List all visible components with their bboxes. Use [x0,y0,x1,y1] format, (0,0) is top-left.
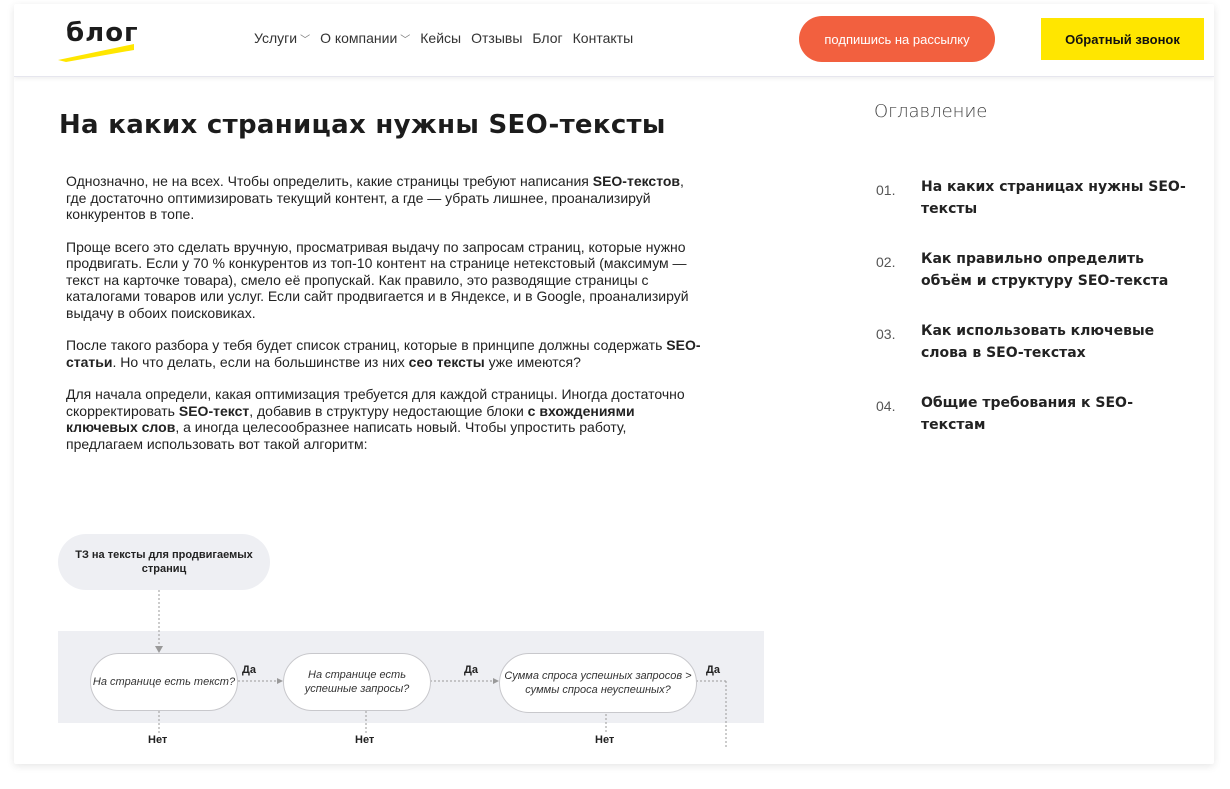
site-logo[interactable]: блог [58,12,138,62]
flowchart-no-label: Нет [355,734,375,746]
toc-item-number: 02. [876,254,896,270]
table-of-contents: 01. На каких страницах нужны SEO-тексты … [874,176,1204,464]
flowchart-no-label: Нет [148,734,168,746]
toc-item-label: Как использовать ключевые слова в SEO-те… [921,323,1155,361]
nav-item-label: Контакты [572,30,634,46]
callback-button[interactable]: Обратный звонок [1041,18,1204,60]
nav-item-cases[interactable]: Кейсы [420,30,461,46]
toc-item-3[interactable]: 03. Как использовать ключевые слова в SE… [874,320,1204,392]
main-nav: Услуги ﹀ О компании ﹀ Кейсы Отзывы Блог … [254,30,643,46]
flowchart-connectors [155,590,727,749]
article-paragraph: Проще всего это сделать вручную, просмат… [66,238,689,321]
algorithm-flowchart: ТЗ на тексты для продвигаемых страниц На… [58,534,764,764]
nav-item-services[interactable]: Услуги ﹀ [254,30,310,46]
subscribe-button[interactable]: подпишись на рассылку [799,16,995,62]
nav-item-blog[interactable]: Блог [532,30,562,46]
flowchart-no-label: Нет [595,734,615,746]
flowchart-yes-label: Да [242,664,256,676]
toc-item-label: Общие требования к SEO-текстам [921,395,1134,433]
flowchart-yes-label: Да [706,664,720,676]
article-paragraph: Для начала определи, какая оптимизация т… [66,386,685,452]
toc-item-4[interactable]: 04. Общие требования к SEO-текстам [874,392,1204,464]
nav-item-label: Кейсы [420,30,462,46]
article-body: Однозначно, не на всех. Чтобы определить… [66,173,706,468]
chevron-down-icon: ﹀ [400,34,411,46]
toc-title: Оглавление [874,101,988,122]
flowchart-decision-successful-queries: На странице есть успешные запросы? [283,653,431,711]
nav-item-reviews[interactable]: Отзывы [471,30,522,46]
article-paragraph: Однозначно, не на всех. Чтобы определить… [66,173,684,222]
article-paragraph: После такого разбора у тебя будет список… [66,337,701,370]
toc-item-number: 01. [876,182,896,198]
nav-item-contacts[interactable]: Контакты [573,30,633,46]
toc-item-number: 04. [876,398,896,414]
site-header: блог Услуги ﹀ О компании ﹀ Кейсы Отзывы … [14,4,1214,77]
toc-item-label: Как правильно определить объём и структу… [921,251,1169,289]
nav-item-label: О компании [320,30,398,46]
flowchart-decision-demand-sum: Сумма спроса успешных запросов > суммы с… [499,653,697,713]
toc-item-1[interactable]: 01. На каких страницах нужны SEO-тексты [874,176,1204,248]
page-card: блог Услуги ﹀ О компании ﹀ Кейсы Отзывы … [14,4,1214,764]
nav-item-label: Услуги [254,30,298,46]
nav-item-label: Отзывы [471,30,523,46]
flowchart-decision-has-text: На странице есть текст? [90,653,238,711]
toc-item-number: 03. [876,326,896,342]
logo-underline-swoosh [58,44,134,62]
article-title: На каких страницах нужны SEO-тексты [59,110,666,140]
nav-item-about[interactable]: О компании ﹀ [320,30,410,46]
toc-item-2[interactable]: 02. Как правильно определить объём и стр… [874,248,1204,320]
nav-item-label: Блог [532,30,563,46]
chevron-down-icon: ﹀ [300,34,311,46]
flowchart-yes-label: Да [464,664,478,676]
toc-item-label: На каких страницах нужны SEO-тексты [921,179,1186,217]
